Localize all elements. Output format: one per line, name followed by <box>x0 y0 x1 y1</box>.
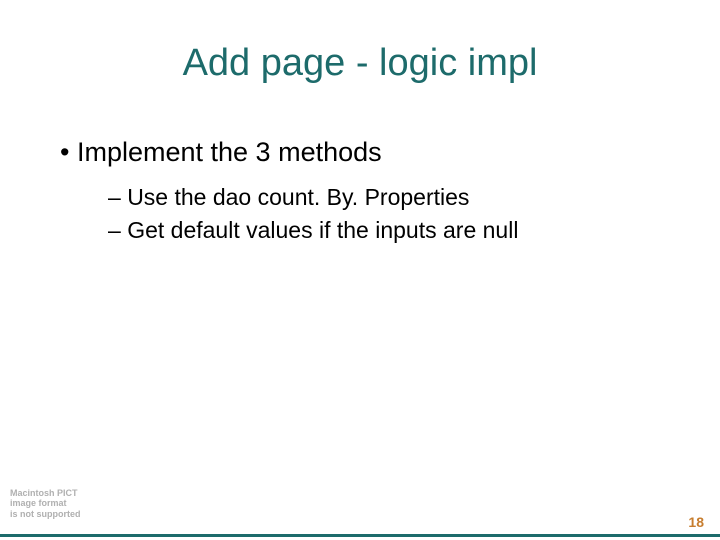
content-area: Implement the 3 methods Use the dao coun… <box>0 105 720 246</box>
bullet-level-2: Get default values if the inputs are nul… <box>60 215 660 246</box>
slide: Add page - logic impl Implement the 3 me… <box>0 0 720 540</box>
pict-placeholder: Macintosh PICT image format is not suppo… <box>10 488 81 520</box>
bullet-level-1: Implement the 3 methods <box>60 135 660 170</box>
pict-line: image format <box>10 498 81 509</box>
pict-line: is not supported <box>10 509 81 520</box>
footer-line <box>0 534 720 537</box>
bullet-level-2: Use the dao count. By. Properties <box>60 182 660 213</box>
page-title: Add page - logic impl <box>0 0 720 105</box>
pict-line: Macintosh PICT <box>10 488 81 499</box>
page-number: 18 <box>688 514 704 530</box>
